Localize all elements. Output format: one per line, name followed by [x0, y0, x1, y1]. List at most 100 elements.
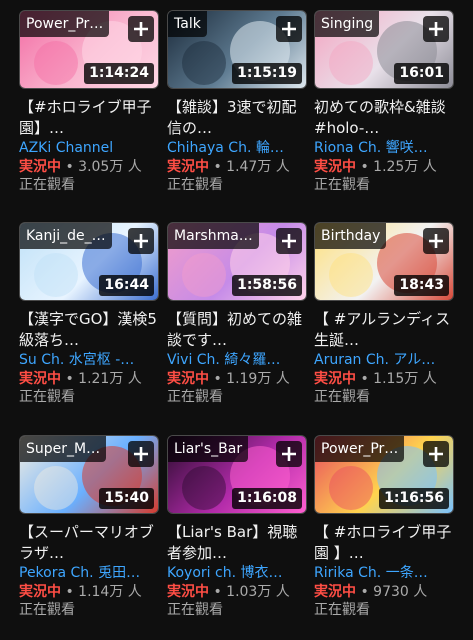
live-label: 実況中 [19, 371, 61, 387]
video-title[interactable]: 【スーパーマリオブラザ… [19, 522, 159, 564]
video-card[interactable]: Singing 16:01 初めての歌枠&雑談 #holo-… Riona Ch… [314, 10, 454, 194]
plus-icon [282, 447, 296, 461]
live-meta: 実況中 • 1.14万 人 [19, 583, 159, 601]
thumbnail-shape [329, 41, 373, 85]
duration-badge: 1:16:08 [232, 488, 302, 509]
add-button[interactable] [128, 441, 154, 467]
video-thumbnail[interactable]: Singing 16:01 [314, 10, 454, 89]
plus-icon [282, 234, 296, 248]
duration-badge: 16:01 [394, 63, 449, 84]
live-label: 実況中 [167, 584, 209, 600]
live-label: 実況中 [314, 159, 356, 175]
video-card[interactable]: Liar's_Bar 1:16:08 【Liar's Bar】視聴者参加… Ko… [167, 435, 307, 619]
add-button[interactable] [423, 16, 449, 42]
video-thumbnail[interactable]: Power_Pr… 1:16:56 [314, 435, 454, 514]
viewer-count: • 1.19万 人 [213, 371, 290, 387]
video-thumbnail[interactable]: Super_M… 15:40 [19, 435, 159, 514]
live-meta: 実況中 • 1.19万 人 [167, 370, 307, 388]
category-tag: Talk [168, 11, 207, 37]
video-thumbnail[interactable]: Liar's_Bar 1:16:08 [167, 435, 307, 514]
plus-icon [429, 22, 443, 36]
video-thumbnail[interactable]: Kanji_de_… 16:44 [19, 222, 159, 301]
add-button[interactable] [423, 228, 449, 254]
category-tag: Marshma… [168, 223, 259, 249]
channel-name[interactable]: AZKi Channel [19, 139, 159, 158]
category-tag: Liar's_Bar [168, 436, 249, 462]
video-title[interactable]: 【#ホロライブ甲子園】… [19, 97, 159, 139]
channel-name[interactable]: Aruran Ch. アル… [314, 351, 454, 370]
live-meta: 実況中 • 1.21万 人 [19, 370, 159, 388]
watching-label: 正在觀看 [167, 177, 223, 193]
video-card[interactable]: Birthday 18:43 【 #アルランディス生誕… Aruran Ch. … [314, 222, 454, 406]
channel-name[interactable]: Pekora Ch. 兎田… [19, 564, 159, 583]
channel-name[interactable]: Chihaya Ch. 輪… [167, 139, 307, 158]
watching-label: 正在觀看 [314, 602, 370, 618]
channel-name[interactable]: Koyori ch. 博衣… [167, 564, 307, 583]
plus-icon [429, 234, 443, 248]
video-grid: Power_Pr… 1:14:24 【#ホロライブ甲子園】… AZKi Chan… [0, 0, 473, 640]
video-title[interactable]: 【漢字でGO】漢検5級落ち… [19, 309, 159, 351]
viewer-count: • 1.21万 人 [65, 371, 142, 387]
category-tag: Super_M… [20, 436, 107, 462]
video-card[interactable]: Kanji_de_… 16:44 【漢字でGO】漢検5級落ち… Su Ch. 水… [19, 222, 159, 406]
add-button[interactable] [128, 228, 154, 254]
viewer-count: • 1.25万 人 [360, 159, 437, 175]
channel-name[interactable]: Riona Ch. 響咲… [314, 139, 454, 158]
duration-badge: 1:58:56 [232, 275, 302, 296]
channel-name[interactable]: Su Ch. 水宮枢 -… [19, 351, 159, 370]
duration-badge: 18:43 [394, 275, 449, 296]
video-card[interactable]: Marshma… 1:58:56 【質問】初めての雑談です… Vivi Ch. … [167, 222, 307, 406]
viewer-count: • 1.03万 人 [213, 584, 290, 600]
live-label: 実況中 [314, 371, 356, 387]
plus-icon [134, 447, 148, 461]
live-label: 実況中 [167, 371, 209, 387]
thumbnail-shape [182, 253, 226, 297]
watching-label: 正在觀看 [167, 389, 223, 405]
video-thumbnail[interactable]: Power_Pr… 1:14:24 [19, 10, 159, 89]
live-meta: 実況中 • 9730 人 [314, 583, 454, 601]
add-button[interactable] [423, 441, 449, 467]
thumbnail-shape [329, 466, 373, 510]
video-title[interactable]: 【雑談】3速で初配信の… [167, 97, 307, 139]
video-title[interactable]: 【 #アルランディス生誕… [314, 309, 454, 351]
viewer-count: • 1.15万 人 [360, 371, 437, 387]
live-label: 実況中 [167, 159, 209, 175]
add-button[interactable] [276, 441, 302, 467]
live-meta: 実況中 • 1.47万 人 [167, 158, 307, 176]
video-card[interactable]: Talk 1:15:19 【雑談】3速で初配信の… Chihaya Ch. 輪…… [167, 10, 307, 194]
thumbnail-shape [329, 253, 373, 297]
video-title[interactable]: 初めての歌枠&雑談 #holo-… [314, 97, 454, 139]
video-title[interactable]: 【Liar's Bar】視聴者参加… [167, 522, 307, 564]
watching-label: 正在觀看 [167, 602, 223, 618]
channel-name[interactable]: Ririka Ch. 一条… [314, 564, 454, 583]
live-label: 実況中 [19, 584, 61, 600]
video-title[interactable]: 【 #ホロライブ甲子園 】… [314, 522, 454, 564]
add-button[interactable] [276, 16, 302, 42]
channel-name[interactable]: Vivi Ch. 綺々羅… [167, 351, 307, 370]
live-meta: 実況中 • 1.15万 人 [314, 370, 454, 388]
viewer-count: • 1.14万 人 [65, 584, 142, 600]
live-label: 実況中 [314, 584, 356, 600]
watching-label: 正在觀看 [19, 602, 75, 618]
live-meta: 実況中 • 1.03万 人 [167, 583, 307, 601]
category-tag: Singing [315, 11, 380, 37]
video-thumbnail[interactable]: Talk 1:15:19 [167, 10, 307, 89]
viewer-count: • 9730 人 [360, 584, 428, 600]
thumbnail-shape [182, 41, 226, 85]
category-tag: Birthday [315, 223, 387, 249]
duration-badge: 1:14:24 [84, 63, 154, 84]
video-card[interactable]: Super_M… 15:40 【スーパーマリオブラザ… Pekora Ch. 兎… [19, 435, 159, 619]
plus-icon [134, 234, 148, 248]
video-thumbnail[interactable]: Marshma… 1:58:56 [167, 222, 307, 301]
video-card[interactable]: Power_Pr… 1:16:56 【 #ホロライブ甲子園 】… Ririka … [314, 435, 454, 619]
video-card[interactable]: Power_Pr… 1:14:24 【#ホロライブ甲子園】… AZKi Chan… [19, 10, 159, 194]
add-button[interactable] [276, 228, 302, 254]
plus-icon [429, 447, 443, 461]
watching-label: 正在觀看 [314, 177, 370, 193]
add-button[interactable] [128, 16, 154, 42]
duration-badge: 1:15:19 [232, 63, 302, 84]
live-meta: 実況中 • 3.05万 人 [19, 158, 159, 176]
video-thumbnail[interactable]: Birthday 18:43 [314, 222, 454, 301]
video-title[interactable]: 【質問】初めての雑談です… [167, 309, 307, 351]
thumbnail-shape [34, 41, 78, 85]
